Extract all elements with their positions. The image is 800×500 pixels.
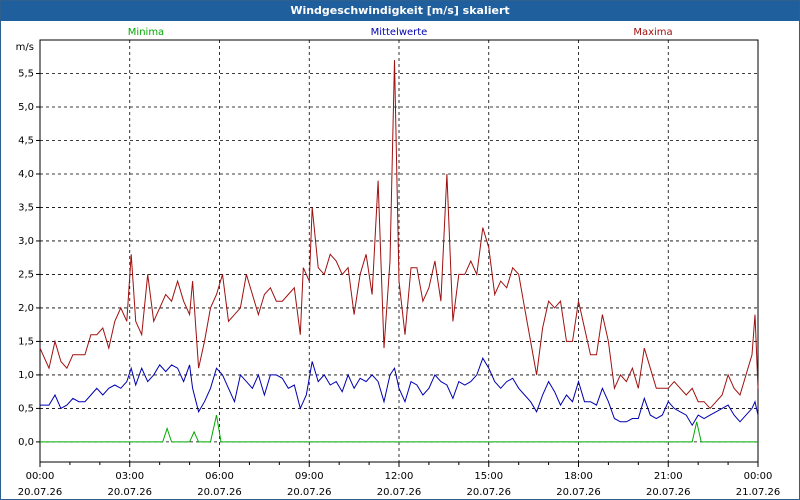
legend-item-maxima: Maxima — [633, 27, 672, 38]
x-tick-date: 20.07.26 — [197, 487, 242, 498]
y-tick-label: 0,0 — [18, 437, 34, 448]
x-tick-date: 21.07.26 — [736, 487, 781, 498]
x-tick-time: 06:00 — [205, 471, 234, 482]
x-tick-date: 20.07.26 — [556, 487, 601, 498]
y-tick-label: 2,0 — [18, 303, 34, 314]
y-tick-label: 4,0 — [18, 169, 34, 180]
x-tick-time: 18:00 — [564, 471, 593, 482]
y-tick-label: 5,0 — [18, 102, 34, 113]
x-axis: 00:00 20.07.26 03:00 20.07.26 06:00 20.07.26 0… — [18, 462, 781, 498]
y-tick-label: 2,5 — [18, 269, 34, 280]
x-tick-date: 20.07.26 — [18, 487, 63, 498]
y-axis: 0,0 0,5 1,0 1,5 2,0 2,5 3,0 3,5 4,0 4,5 5,0 5,5 m/s — [16, 42, 40, 448]
chart-canvas: 0,00,51,01,52,02,53,03,54,04,55,05,5m/s … — [16, 27, 781, 498]
legend-item-mittelwerte: Mittelwerte — [371, 27, 428, 38]
x-tick-time: 12:00 — [385, 471, 414, 482]
x-tick-time: 00:00 — [26, 471, 55, 482]
y-tick-label: 4,5 — [18, 135, 34, 146]
legend-item-minima: Minima — [128, 27, 164, 38]
x-tick-date: 20.07.26 — [646, 487, 691, 498]
chart-window: Windgeschwindigkeit [m/s] skaliert 0,0 0,… — [0, 0, 800, 500]
x-tick-date: 20.07.26 — [107, 487, 152, 498]
window-title: Windgeschwindigkeit [m/s] skaliert — [1, 1, 799, 21]
y-tick-label: 3,5 — [18, 202, 34, 213]
y-tick-label: 5,5 — [18, 68, 34, 79]
x-tick-time: 00:00 — [744, 471, 773, 482]
x-tick-time: 21:00 — [654, 471, 683, 482]
x-tick-time: 09:00 — [295, 471, 324, 482]
x-tick-date: 20.07.26 — [377, 487, 422, 498]
grid-lines — [40, 40, 758, 462]
y-tick-label: 3,0 — [18, 236, 34, 247]
x-tick-time: 15:00 — [474, 471, 503, 482]
legend: Maxima Mittelwerte Minima — [128, 27, 673, 38]
y-axis-label: m/s — [16, 42, 34, 53]
y-tick-label: 1,0 — [18, 370, 34, 381]
y-tick-label: 0,5 — [18, 403, 34, 414]
x-tick-date: 20.07.26 — [466, 487, 511, 498]
x-tick-date: 20.07.26 — [287, 487, 332, 498]
y-tick-label: 1,5 — [18, 336, 34, 347]
x-tick-time: 03:00 — [115, 471, 144, 482]
